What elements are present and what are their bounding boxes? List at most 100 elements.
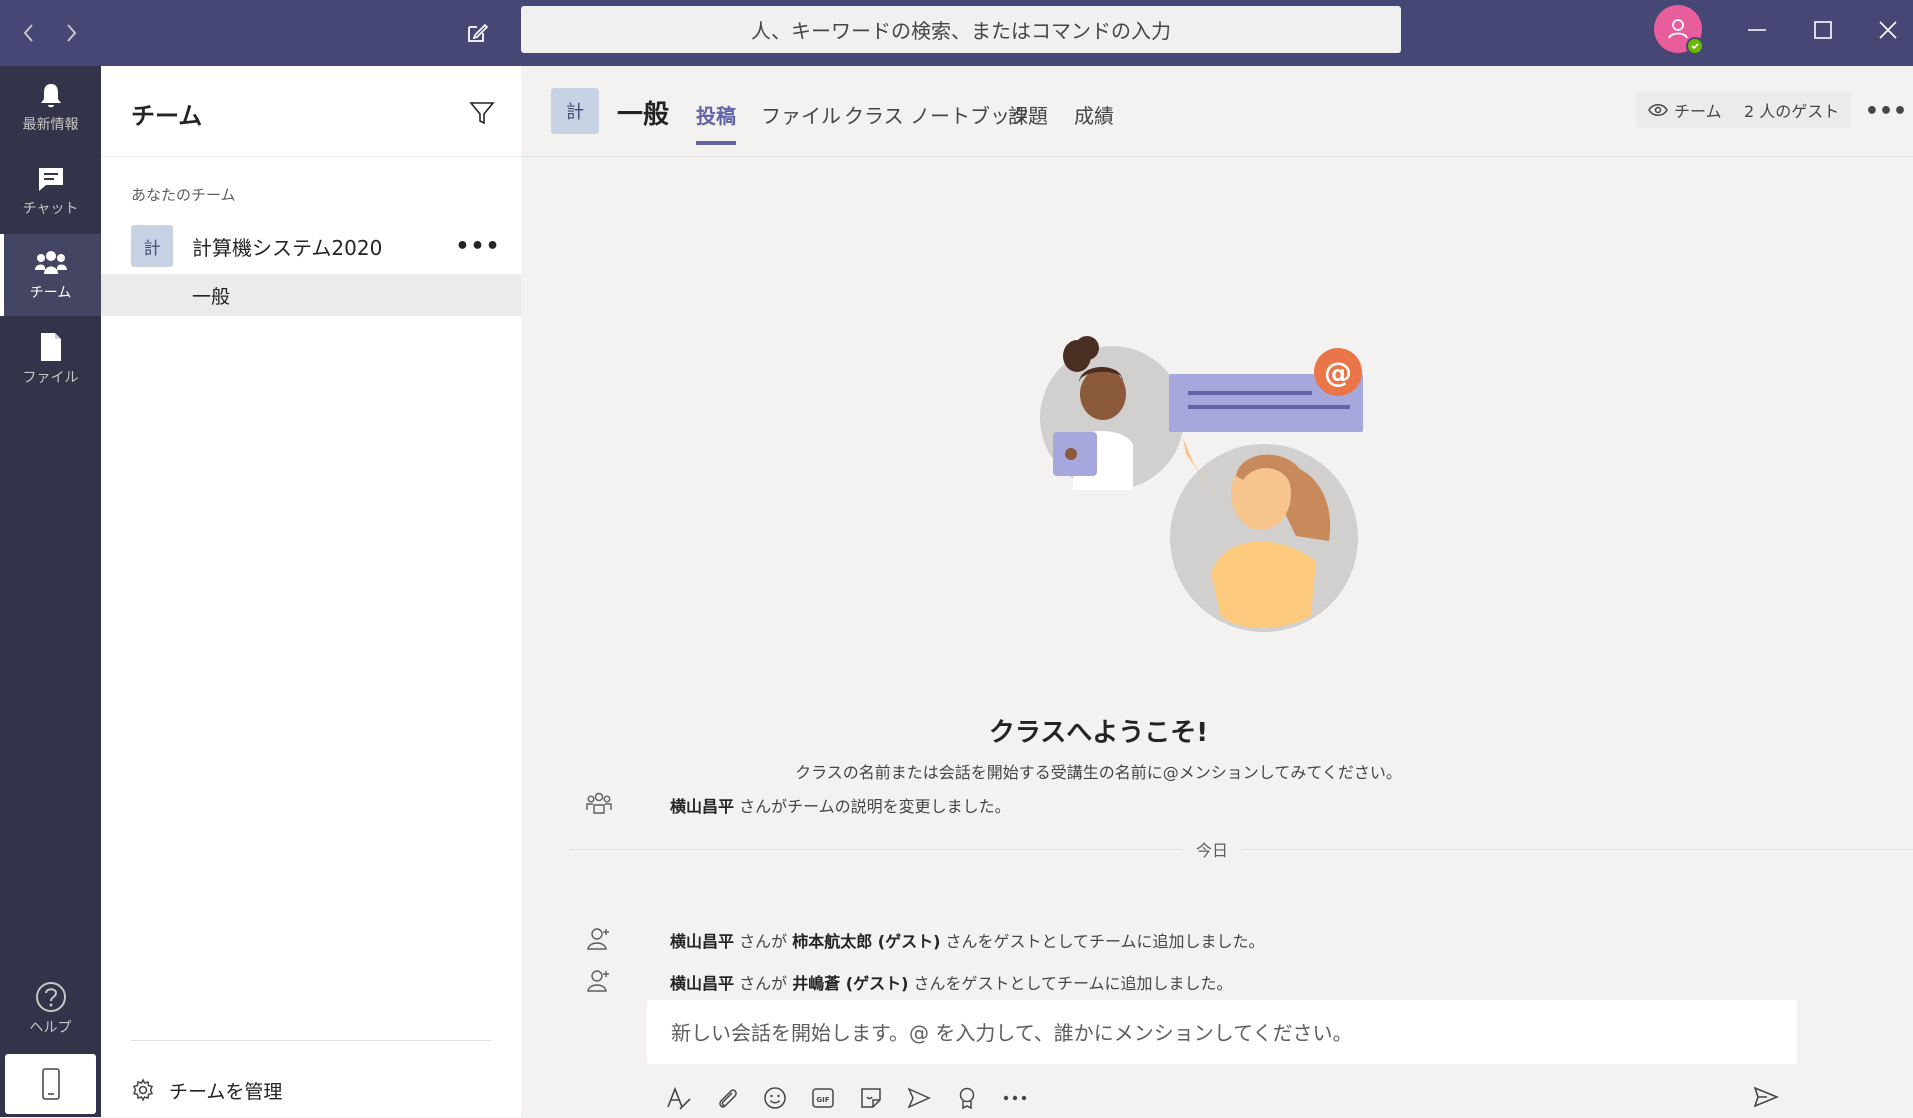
presence-badge <box>1686 37 1704 55</box>
more-apps-button[interactable] <box>997 1080 1033 1116</box>
format-button[interactable] <box>661 1080 697 1116</box>
activity-text: 横山昌平 さんがチームの説明を変更しました。 <box>670 793 1011 817</box>
team-avatar: 計 <box>551 88 599 134</box>
close-button[interactable] <box>1868 12 1908 48</box>
send-button[interactable] <box>1747 1078 1785 1116</box>
help-icon <box>35 982 66 1012</box>
tab-grades[interactable]: 成績 <box>1074 100 1114 141</box>
back-button[interactable] <box>12 16 46 50</box>
rail-item-label: ファイル <box>22 370 79 386</box>
new-chat-button[interactable] <box>460 16 494 50</box>
meet-icon <box>907 1087 931 1109</box>
team-view-button[interactable]: チーム <box>1636 92 1734 128</box>
filter-button[interactable] <box>465 96 499 130</box>
activity-message: さんがチームの説明を変更しました。 <box>734 797 1011 816</box>
channel-name: 一般 <box>192 286 231 308</box>
channel-item-general[interactable]: 一般 <box>101 274 521 316</box>
section-label: あなたのチーム <box>131 186 236 204</box>
svg-text:GIF: GIF <box>816 1096 829 1104</box>
sticker-icon <box>861 1088 881 1108</box>
phone-icon <box>41 1068 60 1100</box>
add-person-icon <box>587 928 609 950</box>
rail-item-files[interactable]: ファイル <box>0 318 101 400</box>
rail-item-help[interactable]: ヘルプ <box>0 968 101 1050</box>
rail-item-teams[interactable]: チーム <box>0 234 101 316</box>
rail-item-chat[interactable]: チャット <box>0 150 101 232</box>
activity-message: さんをゲストとしてチームに追加しました。 <box>908 974 1233 993</box>
praise-icon <box>959 1087 975 1110</box>
team-name: 計算機システム2020 <box>192 236 383 260</box>
rail-item-label: チャット <box>22 201 79 217</box>
compose-input[interactable]: 新しい会話を開始します。@ を入力して、誰かにメンションしてください。 <box>647 1000 1797 1064</box>
divider <box>521 156 1913 157</box>
maximize-icon <box>1814 21 1832 39</box>
rail-item-label: チーム <box>29 285 72 301</box>
attach-button[interactable] <box>709 1080 745 1116</box>
emoji-icon <box>764 1087 786 1109</box>
file-icon <box>40 333 61 361</box>
tab-files[interactable]: ファイル <box>761 100 841 141</box>
minimize-button[interactable] <box>1737 12 1777 48</box>
filter-icon <box>469 102 495 125</box>
guests-button[interactable]: 2 人のゲスト <box>1732 92 1852 128</box>
activity-actor: 横山昌平 <box>670 932 735 951</box>
activity-message: さんをゲストとしてチームに追加しました。 <box>940 932 1265 951</box>
sticker-button[interactable] <box>853 1080 889 1116</box>
gif-button[interactable]: GIF <box>805 1080 841 1116</box>
compose-icon <box>468 23 489 42</box>
activity-actor: 横山昌平 <box>670 974 735 993</box>
add-person-icon <box>587 970 609 992</box>
teams-icon <box>34 251 67 274</box>
activity-actor: 横山昌平 <box>670 797 735 816</box>
emoji-button[interactable] <box>757 1080 793 1116</box>
welcome-title: クラスへようこそ! <box>988 718 1209 748</box>
maximize-button[interactable] <box>1803 12 1843 48</box>
activity-guest: 柿本航太郎 (ゲスト) <box>792 932 941 951</box>
chevron-left-icon <box>23 24 33 42</box>
gif-icon: GIF <box>812 1088 834 1108</box>
activity-guest: 井嶋蒼 (ゲスト) <box>792 974 909 993</box>
activity-message: さんが <box>734 974 793 993</box>
channel-title: 一般 <box>617 100 670 130</box>
eye-icon <box>1648 104 1668 116</box>
gear-icon <box>132 1078 154 1102</box>
search-input[interactable]: 人、キーワードの検索、またはコマンドの入力 <box>521 6 1401 53</box>
tab-posts[interactable]: 投稿 <box>696 100 736 145</box>
paperclip-icon <box>719 1089 737 1108</box>
rail-item-label: 最新情報 <box>22 117 79 133</box>
forward-button[interactable] <box>54 16 88 50</box>
chat-icon <box>38 168 63 191</box>
more-icon <box>1003 1095 1027 1101</box>
more-options-button[interactable]: ••• <box>1865 96 1907 126</box>
app-rail: 最新情報 チャット チーム ファイル ヘルプ <box>0 66 101 1117</box>
schedule-meeting-button[interactable] <box>901 1080 937 1116</box>
chevron-right-icon <box>67 24 77 42</box>
date-label: 今日 <box>1182 837 1243 861</box>
channel-view: 計 一般 投稿 ファイル クラス ノートブック 課題 成績 チーム 2 人のゲス… <box>521 66 1913 1117</box>
close-icon <box>1879 21 1897 39</box>
divider <box>101 156 521 157</box>
checkmark-icon <box>1691 43 1699 50</box>
bell-icon <box>40 84 61 108</box>
mobile-app-button[interactable] <box>5 1054 96 1114</box>
welcome-illustration: @ <box>1040 336 1363 632</box>
activity-text: 横山昌平 さんが 柿本航太郎 (ゲスト) さんをゲストとしてチームに追加しました… <box>670 928 1265 952</box>
welcome-subtitle: クラスの名前または会話を開始する受講生の名前に@メンションしてみてください。 <box>795 763 1402 782</box>
date-divider: 今日 <box>569 835 1913 863</box>
manage-teams-button[interactable]: チームを管理 <box>131 1072 282 1108</box>
person-icon <box>1668 19 1688 39</box>
tab-class-notebook[interactable]: クラス ノートブック <box>844 100 1030 141</box>
divider <box>131 1040 491 1041</box>
tab-assignments[interactable]: 課題 <box>1008 100 1048 141</box>
send-icon <box>1753 1086 1779 1108</box>
team-members-icon <box>586 792 612 814</box>
format-icon <box>667 1086 691 1110</box>
team-item[interactable]: 計 計算機システム2020 ••• <box>101 222 521 274</box>
activity-message: さんが <box>734 932 793 951</box>
team-view-label: チーム <box>1674 102 1722 121</box>
svg-text:@: @ <box>1324 356 1352 389</box>
team-avatar: 計 <box>131 225 173 267</box>
praise-button[interactable] <box>949 1080 985 1116</box>
rail-item-activity[interactable]: 最新情報 <box>0 66 101 148</box>
team-more-options-button[interactable]: ••• <box>455 234 499 259</box>
